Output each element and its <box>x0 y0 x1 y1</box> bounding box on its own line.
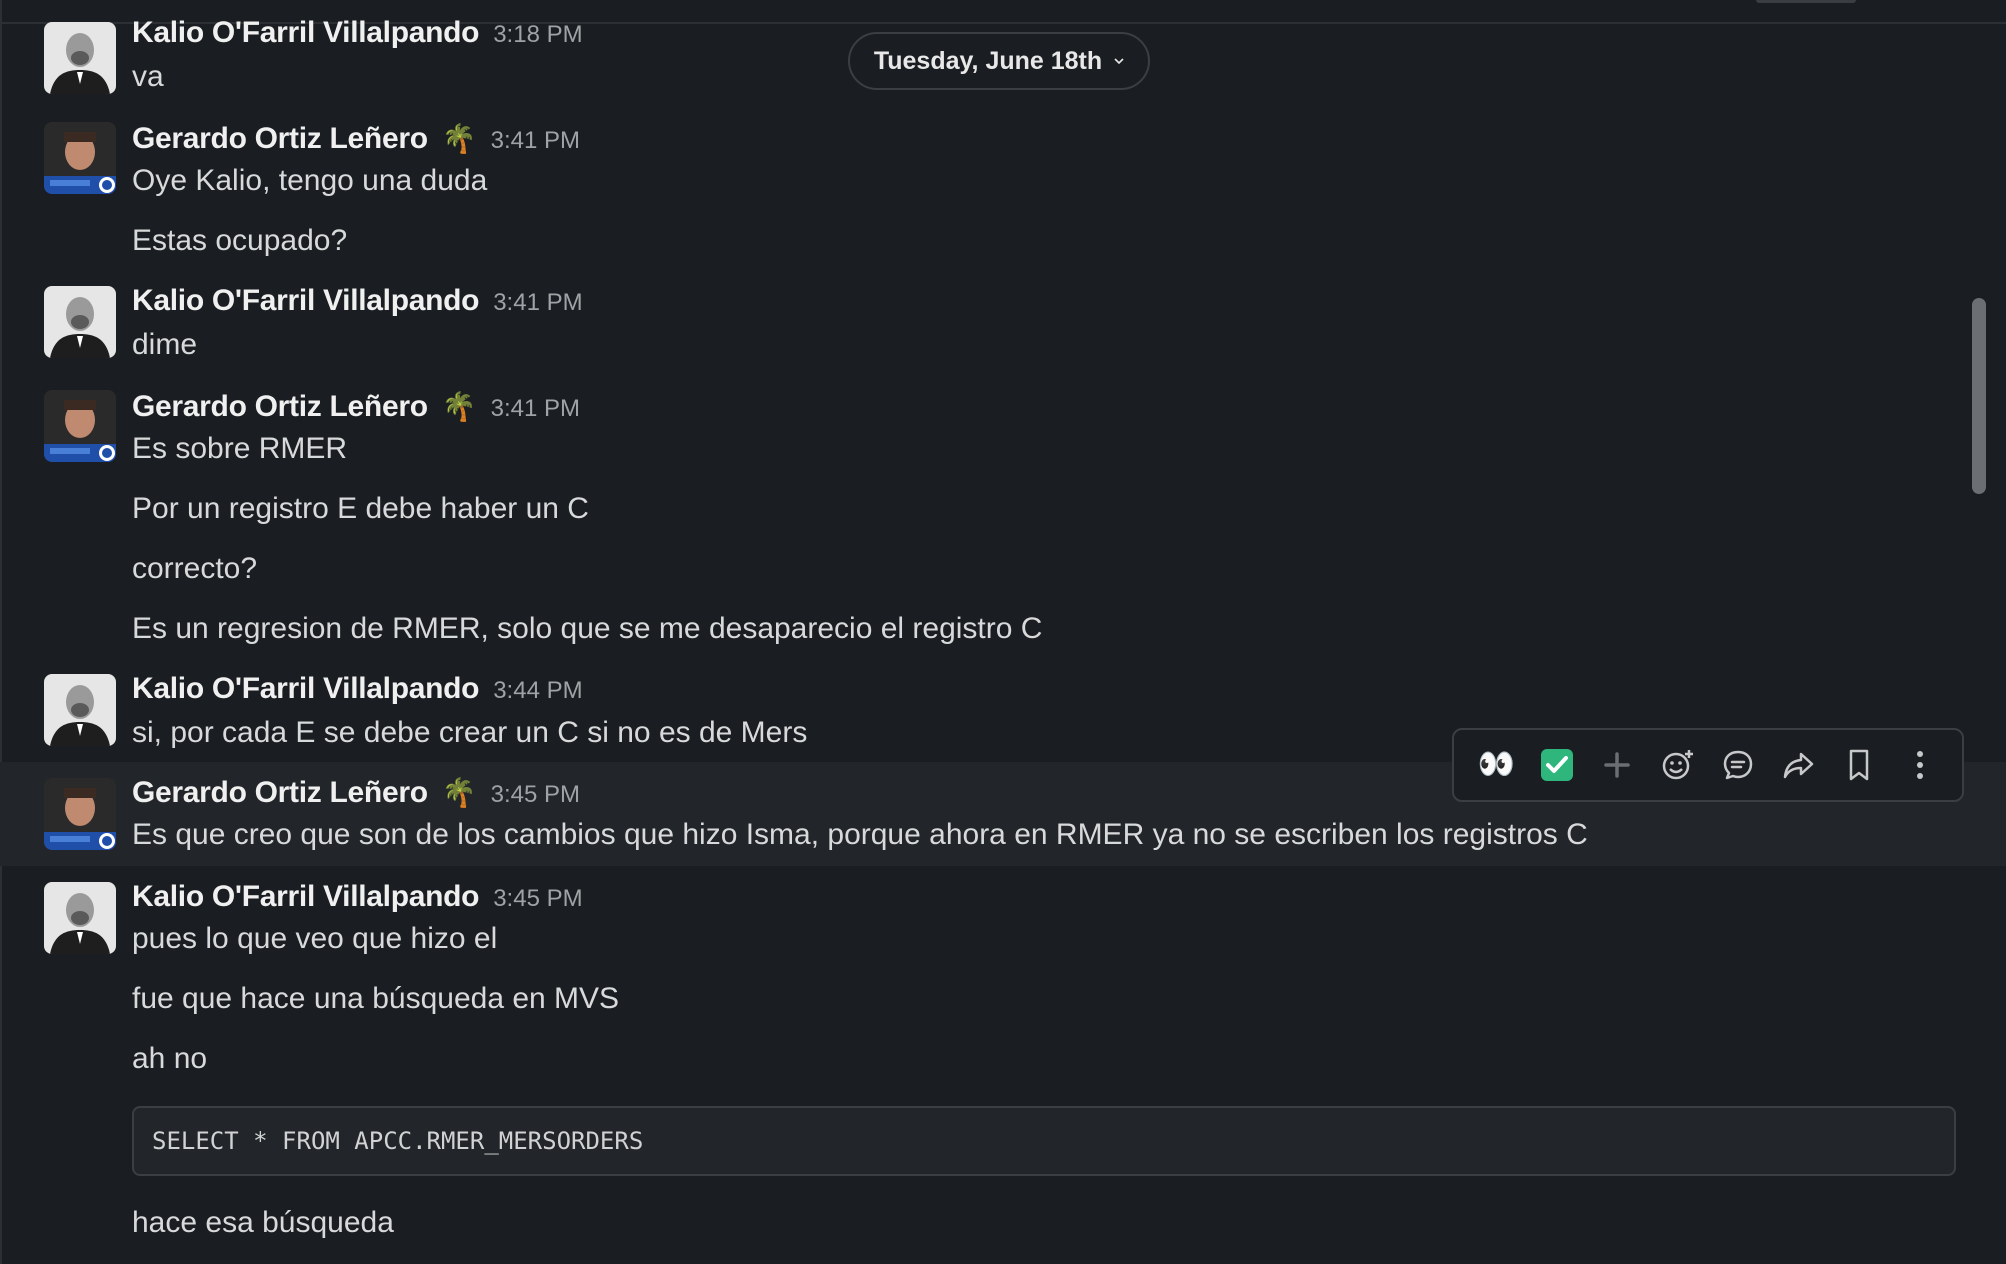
message-text: pues lo que veo que hizo el <box>132 922 498 955</box>
add-reaction-button[interactable] <box>1592 740 1642 790</box>
author-name[interactable]: Gerardo Ortiz Leñero <box>132 776 428 810</box>
message-text: ah no <box>132 1042 208 1075</box>
message[interactable]: Kalio O'Farril Villalpando 3:45 PM pues … <box>0 866 2006 1264</box>
author-name[interactable]: Kalio O'Farril Villalpando <box>132 672 480 706</box>
code-text: SELECT * FROM APCC.RMER_MERSORDERS <box>152 1127 644 1155</box>
message-text: Es que creo que son de los cambios que h… <box>132 818 1588 851</box>
message-text: si, por cada E se debe crear un C si no … <box>132 716 808 749</box>
message-text: correcto? <box>132 552 258 585</box>
chevron-down-icon <box>1114 58 1124 65</box>
author-name[interactable]: Kalio O'Farril Villalpando <box>132 284 480 318</box>
message-text: hace esa búsqueda <box>132 1206 394 1239</box>
date-divider-label: Tuesday, June 18th <box>873 46 1103 75</box>
message-text: dime <box>132 328 198 361</box>
timestamp[interactable]: 3:18 PM <box>493 21 582 49</box>
author-name[interactable]: Gerardo Ortiz Leñero <box>132 390 428 424</box>
more-actions-icon <box>1916 751 1923 779</box>
message-actions-toolbar: 👀 <box>1452 728 1964 802</box>
timestamp[interactable]: 3:41 PM <box>491 127 580 155</box>
author-name[interactable]: Kalio O'Farril Villalpando <box>132 880 480 914</box>
code-block[interactable]: SELECT * FROM APCC.RMER_MERSORDERS <box>132 1106 1956 1176</box>
avatar[interactable] <box>44 122 116 194</box>
avatar[interactable] <box>44 674 116 746</box>
avatar[interactable] <box>44 778 116 850</box>
avatar[interactable] <box>44 22 116 94</box>
avatar[interactable] <box>44 390 116 462</box>
author-name[interactable]: Kalio O'Farril Villalpando <box>132 16 480 50</box>
timestamp[interactable]: 3:45 PM <box>491 781 580 809</box>
message-text: va <box>132 60 164 93</box>
palm-tree-status-icon[interactable]: 🌴 <box>442 779 477 807</box>
reply-thread-button[interactable] <box>1713 740 1763 790</box>
avatar[interactable] <box>44 286 116 358</box>
check-mark-icon <box>1540 749 1573 781</box>
emoji-picker-icon <box>1662 750 1693 780</box>
message-text: fue que hace una búsqueda en MVS <box>132 982 620 1015</box>
palm-tree-status-icon[interactable]: 🌴 <box>442 393 477 421</box>
reply-thread-icon <box>1724 750 1753 780</box>
eyes-emoji-icon: 👀 <box>1477 748 1515 781</box>
scrollbar-thumb[interactable] <box>1972 298 1986 494</box>
bookmark-icon <box>1850 749 1869 781</box>
forward-icon <box>1783 752 1813 779</box>
message[interactable]: Gerardo Ortiz Leñero 🌴 3:41 PM Oye Kalio… <box>0 104 2006 264</box>
emoji-picker-button[interactable] <box>1653 740 1703 790</box>
palm-tree-status-icon[interactable]: 🌴 <box>442 125 477 153</box>
reaction-eyes-button[interactable]: 👀 <box>1471 740 1521 790</box>
timestamp[interactable]: 3:45 PM <box>493 885 582 913</box>
message[interactable]: Kalio O'Farril Villalpando 3:41 PM dime <box>0 268 2006 368</box>
author-name[interactable]: Gerardo Ortiz Leñero <box>132 122 428 156</box>
timestamp[interactable]: 3:41 PM <box>493 289 582 317</box>
message-text: Es un regresion de RMER, solo que se me … <box>132 612 1043 645</box>
reaction-check-button[interactable] <box>1532 740 1582 790</box>
avatar[interactable] <box>44 882 116 954</box>
message-text: Por un registro E debe haber un C <box>132 492 589 525</box>
message-text: Oye Kalio, tengo una duda <box>132 164 488 197</box>
bookmark-button[interactable] <box>1834 740 1884 790</box>
timestamp[interactable]: 3:44 PM <box>493 677 582 705</box>
timestamp[interactable]: 3:41 PM <box>491 395 580 423</box>
forward-button[interactable] <box>1774 740 1824 790</box>
message-text: Estas ocupado? <box>132 224 348 257</box>
add-reaction-icon <box>1604 752 1630 778</box>
date-divider-button[interactable]: Tuesday, June 18th <box>848 32 1150 90</box>
message[interactable]: Gerardo Ortiz Leñero 🌴 3:41 PM Es sobre … <box>0 372 2006 652</box>
message-text: Es sobre RMER <box>132 432 348 465</box>
more-actions-button[interactable] <box>1895 740 1945 790</box>
